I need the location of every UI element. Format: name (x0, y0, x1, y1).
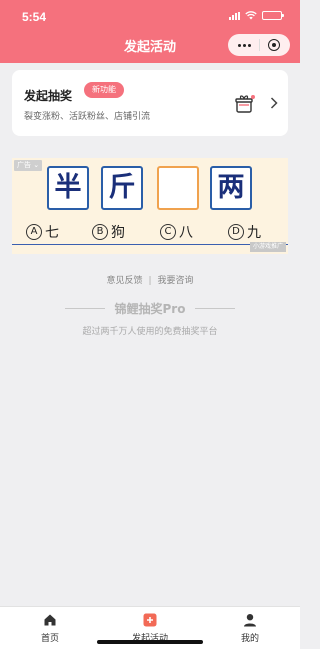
signal-icon (229, 11, 240, 20)
brand-name: 锦鲤抽奖Pro (114, 302, 186, 316)
capsule-divider (259, 39, 260, 51)
home-icon (44, 614, 56, 626)
close-target-icon[interactable] (268, 39, 280, 51)
puzzle-blank (157, 166, 199, 210)
battery-icon (262, 11, 284, 20)
tab-mine[interactable]: 我的 (200, 607, 300, 649)
ad-tag[interactable]: 广告 ⌄ (14, 160, 43, 171)
gift-box-icon (235, 95, 255, 113)
tab-mine-label: 我的 (240, 634, 259, 644)
brand-row: 锦鲤抽奖Pro (0, 300, 300, 317)
chevron-right-icon (270, 97, 278, 109)
puzzle-char-1: 半 (47, 166, 89, 210)
ad-watermark: 小游戏推广 (249, 242, 286, 252)
footer-divider: | (148, 276, 152, 286)
brand-tagline: 超过两千万人使用的免费抽奖平台 (82, 327, 218, 337)
option-a[interactable]: A七 (26, 222, 59, 242)
puzzle-char-4: 两 (210, 166, 252, 210)
option-b[interactable]: B狗 (92, 222, 125, 242)
home-indicator (97, 640, 203, 644)
header-bar: 5:54 发起活动 (0, 0, 300, 63)
card-title: 发起抽奖 (24, 89, 73, 103)
launch-lottery-card[interactable]: 发起抽奖 新功能 裂变涨粉、活跃粉丝、店铺引流 (12, 70, 288, 136)
wifi-icon (245, 11, 257, 20)
tab-home[interactable]: 首页 (0, 607, 100, 649)
consult-link[interactable]: 我要咨询 (158, 276, 194, 286)
brand-line-left (64, 308, 105, 309)
puzzle-char-2: 斤 (101, 166, 143, 210)
status-bar: 5:54 (0, 0, 300, 30)
card-description: 裂变涨粉、活跃粉丝、店铺引流 (24, 112, 151, 122)
more-icon[interactable] (238, 43, 251, 47)
option-c[interactable]: C八 (160, 222, 193, 242)
status-icons (229, 11, 284, 20)
mini-program-capsule[interactable] (228, 34, 290, 56)
new-feature-badge: 新功能 (84, 82, 124, 98)
ad-banner[interactable]: 广告 ⌄ 半 斤 两 A七 B狗 C八 D九 小游戏推广 (12, 158, 288, 254)
tab-home-label: 首页 (40, 634, 59, 644)
footer-links: 意见反馈 | 我要咨询 (0, 273, 300, 286)
user-icon (244, 614, 256, 627)
option-d[interactable]: D九 (228, 222, 261, 242)
feedback-link[interactable]: 意见反馈 (106, 276, 142, 286)
ad-divider-line (12, 244, 288, 245)
brand-line-right (195, 308, 236, 309)
add-icon (143, 613, 157, 627)
bottom-tab-bar: 首页 发起活动 我的 (0, 606, 300, 649)
status-time: 5:54 (22, 10, 47, 24)
